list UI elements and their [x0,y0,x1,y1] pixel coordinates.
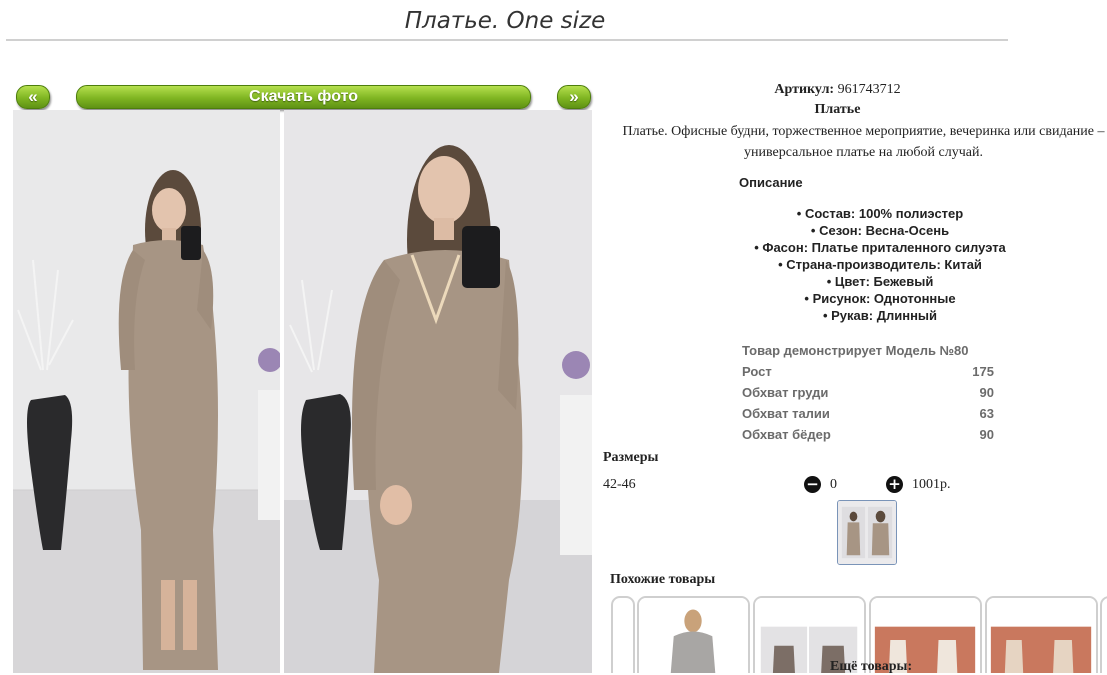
plus-circle-icon[interactable]: + [886,476,903,493]
measurement-row: Обхват талии 63 [742,403,994,424]
prev-photo-button[interactable]: « [16,85,50,109]
similar-product-image [987,598,1096,673]
feature-item: Цвет: Бежевый [680,273,1080,290]
download-photo-button[interactable]: Скачать фото [76,85,531,109]
next-photo-button[interactable]: » [557,85,591,109]
feature-item: Сезон: Весна-Осень [680,222,1080,239]
measurement-row: Рост 175 [742,361,994,382]
product-name: Платье [814,102,861,117]
product-description: Платье. Офисные будни, торжественное мер… [622,124,1105,160]
quantity-value: 0 [830,477,837,492]
product-thumbnail-image [838,501,896,564]
measurement-label: Обхват бёдер [742,427,831,442]
measurement-row: Обхват груди 90 [742,382,994,403]
article-line: Артикул: 961743712 [600,82,1075,98]
measurement-value: 175 [972,364,994,379]
price: 1001р. [912,477,951,492]
feature-item: Страна-производитель: Китай [680,256,1080,273]
sizes-heading: Размеры [603,450,659,465]
size-option: 42-46 [603,477,636,492]
model-measurements: Товар демонстрирует Модель №80 Рост 175 … [742,340,994,445]
feature-item: Фасон: Платье приталенного силуэта [680,239,1080,256]
measurement-label: Рост [742,364,772,379]
feature-item: Состав: 100% полиэстер [680,205,1080,222]
product-thumbnail[interactable] [837,500,897,565]
product-photo-closeup-image [284,110,592,673]
measurement-label: Обхват груди [742,385,829,400]
page-title: Платье. One size [404,8,606,34]
measurement-value: 90 [979,427,994,442]
similar-products-heading: Похожие товары [610,572,716,587]
similar-product-card[interactable] [985,596,1098,673]
similar-product-card[interactable] [1100,596,1107,673]
model-heading: Товар демонстрирует Модель №80 [742,340,994,361]
similar-product-card[interactable] [611,596,635,673]
similar-product-image [639,598,748,673]
title-divider [6,39,1008,41]
feature-item: Рисунок: Однотонные [680,290,1080,307]
product-photo-front-image [13,110,280,673]
product-photo-closeup[interactable] [284,110,592,673]
feature-list: Состав: 100% полиэстер Сезон: Весна-Осен… [680,205,1080,324]
feature-item: Рукав: Длинный [680,307,1080,324]
minus-circle-icon[interactable]: − [804,476,821,493]
product-photo-front[interactable] [13,110,280,673]
measurement-value: 63 [979,406,994,421]
article-label: Артикул: [774,82,835,97]
measurement-row: Обхват бёдер 90 [742,424,994,445]
measurement-label: Обхват талии [742,406,830,421]
article-value: 961743712 [837,82,901,97]
measurement-value: 90 [979,385,994,400]
details-heading: Описание [739,175,803,190]
similar-product-card[interactable] [637,596,750,673]
model-heading-text: Товар демонстрирует Модель №80 [742,343,969,358]
